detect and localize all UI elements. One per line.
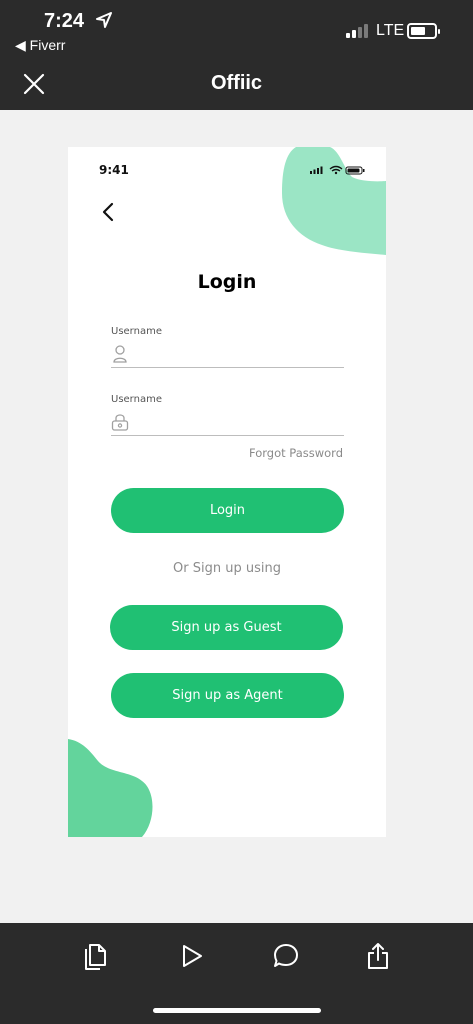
password-field [111, 412, 344, 436]
or-sign-up-text: Or Sign up using [173, 561, 281, 576]
location-arrow-icon [96, 12, 112, 28]
copy-icon[interactable] [81, 941, 109, 971]
play-icon[interactable] [178, 941, 206, 971]
home-indicator [153, 1008, 321, 1013]
password-label: Username [111, 394, 162, 405]
password-input[interactable] [137, 412, 342, 434]
page-title: Offiic [210, 72, 263, 94]
login-button[interactable]: Login [111, 488, 344, 533]
username-field [111, 344, 344, 368]
username-input[interactable] [137, 344, 342, 366]
decorative-blob-bottom [68, 739, 153, 837]
user-icon [113, 345, 127, 363]
lock-icon [111, 414, 129, 431]
comment-icon[interactable] [272, 941, 300, 971]
username-label: Username [111, 326, 162, 337]
share-icon[interactable] [364, 941, 392, 971]
phone-status-icons [310, 165, 365, 175]
sign-up-guest-button[interactable]: Sign up as Guest [110, 605, 343, 650]
battery-icon [407, 23, 440, 39]
back-to-app-link[interactable]: ◀ Fiverr [15, 37, 65, 54]
back-arrow-icon[interactable] [98, 201, 118, 223]
network-type: LTE [376, 22, 405, 39]
cell-signal-icon [346, 24, 370, 38]
forgot-password-link[interactable]: Forgot Password [249, 446, 343, 460]
phone-status-time: 9:41 [99, 163, 129, 177]
prototype-screen: 9:41 Login Username Username Forgot Pass… [68, 147, 386, 837]
bottom-toolbar [0, 923, 473, 1024]
host-top-bar: 7:24 ◀ Fiverr LTE Offiic [0, 0, 473, 110]
login-title: Login [197, 271, 257, 293]
decorative-blob-top [282, 147, 386, 255]
status-time: 7:24 [44, 10, 85, 32]
sign-up-agent-button[interactable]: Sign up as Agent [111, 673, 344, 718]
